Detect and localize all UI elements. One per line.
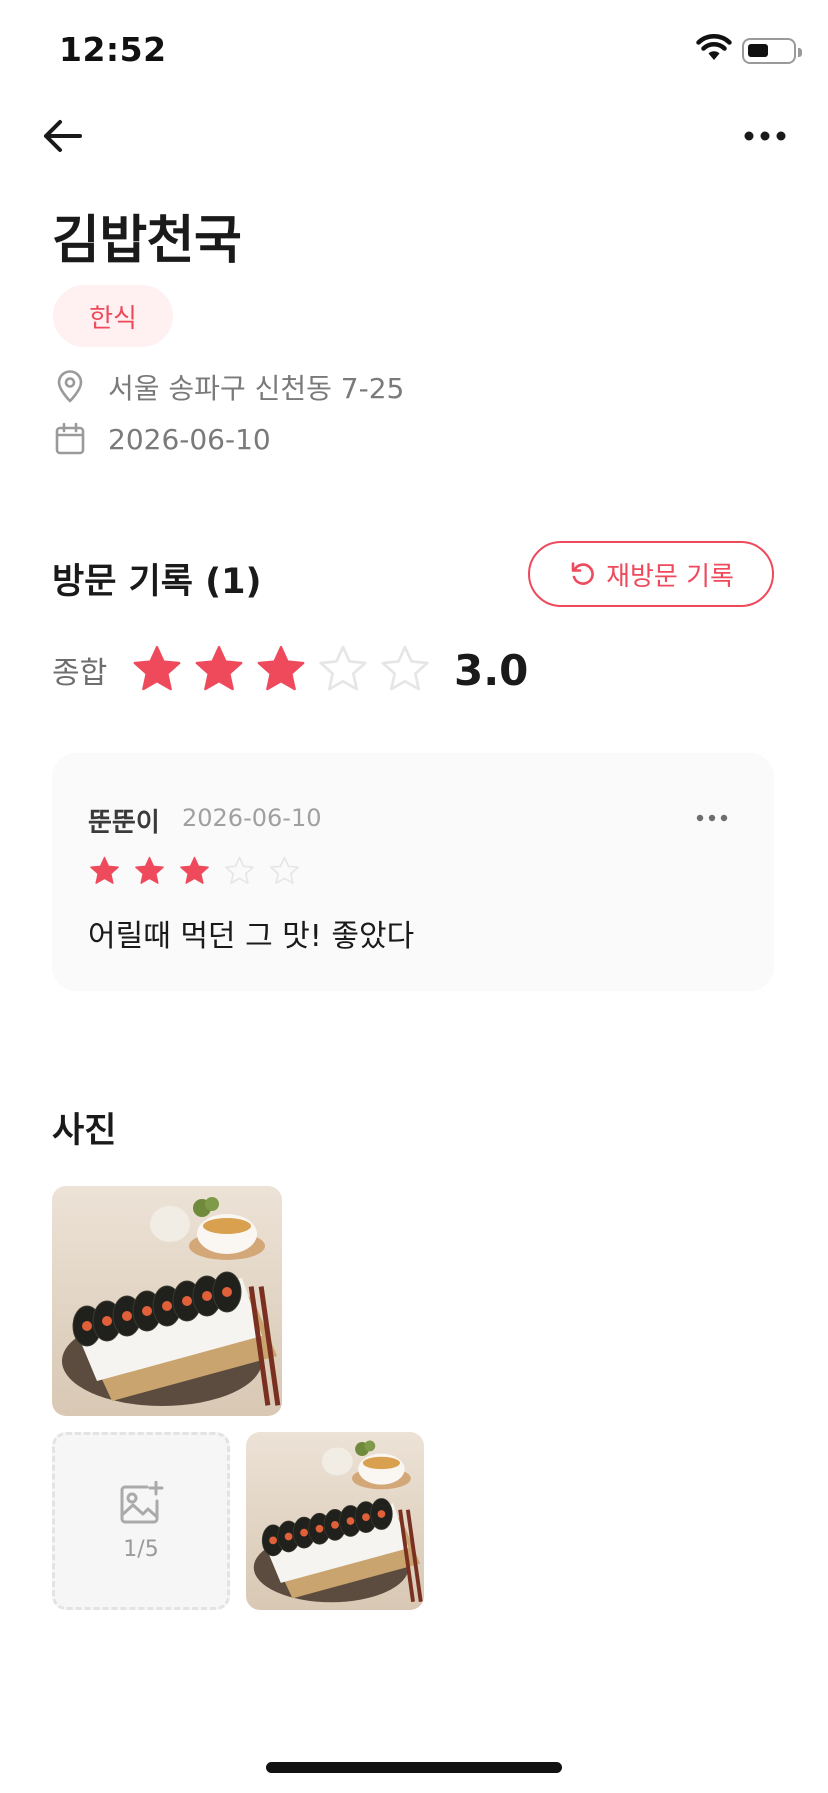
add-photo-button[interactable]: 1/5: [52, 1432, 230, 1610]
gimbap-photo-thumbnail: [246, 1432, 424, 1610]
overall-rating: 종합 3.0: [52, 642, 528, 698]
photo-thumbnail[interactable]: [246, 1432, 424, 1610]
gimbap-photo: [52, 1186, 282, 1416]
wifi-icon: [696, 34, 732, 60]
review-text: 어릴때 먹던 그 맛! 좋았다: [88, 919, 415, 954]
star-filled-icon: [90, 856, 119, 884]
review-author: 뚠뚠이: [88, 808, 160, 838]
overall-stars: [130, 643, 432, 697]
location-pin-icon: [52, 369, 88, 405]
star-filled-icon: [135, 856, 164, 884]
star-empty-icon: [270, 856, 299, 885]
review-date: 2026-06-10: [182, 804, 322, 832]
overall-label: 종합: [52, 656, 108, 691]
overall-score: 3.0: [454, 645, 529, 695]
review-stars: [88, 855, 301, 888]
star-filled-icon: [180, 856, 209, 884]
date-row: 2026-06-10: [52, 421, 271, 457]
star-filled-icon: [257, 645, 305, 691]
star-filled-icon: [133, 645, 181, 691]
revisit-label: 재방문 기록: [606, 561, 734, 592]
visit-date-text: 2026-06-10: [108, 422, 271, 456]
back-arrow-icon[interactable]: [40, 114, 90, 158]
star-empty-icon: [225, 856, 254, 885]
star-empty-icon: [319, 645, 367, 691]
address-text: 서울 송파구 신천동 7-25: [108, 372, 405, 405]
home-indicator: [266, 1762, 562, 1773]
review-more-icon[interactable]: [692, 803, 732, 833]
more-horizontal-icon[interactable]: [740, 118, 790, 154]
photo-main[interactable]: [52, 1186, 282, 1416]
revisit-record-button[interactable]: 재방문 기록: [528, 541, 774, 607]
status-bar: 12:52: [0, 0, 828, 100]
status-time: 12:52: [59, 30, 167, 69]
refresh-icon: [571, 562, 594, 585]
address-row: 서울 송파구 신천동 7-25: [52, 367, 404, 407]
battery-icon: [742, 38, 802, 64]
category-badge: 한식: [53, 285, 173, 347]
calendar-icon: [52, 421, 88, 457]
photos-title: 사진: [52, 1111, 117, 1151]
restaurant-name: 김밥천국: [52, 211, 242, 271]
star-empty-icon: [381, 645, 429, 691]
visit-records-title: 방문 기록 (1): [52, 562, 262, 602]
review-card: 뚠뚠이 2026-06-10 어릴때 먹던 그 맛! 좋았다: [52, 753, 774, 991]
add-image-icon: [120, 1480, 164, 1523]
star-filled-icon: [195, 645, 243, 691]
photo-upload-count: 1/5: [123, 1536, 159, 1562]
